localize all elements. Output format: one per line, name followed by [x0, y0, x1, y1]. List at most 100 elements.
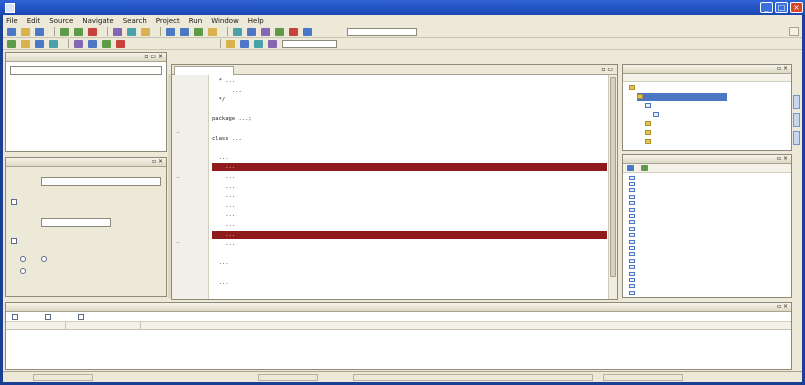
- menu-item-edit[interactable]: Edit: [27, 17, 41, 25]
- refresh-icon[interactable]: [194, 27, 203, 36]
- project-tree-item[interactable]: [637, 93, 727, 101]
- code-line[interactable]: ...: [212, 173, 607, 181]
- outline-item[interactable]: [629, 258, 638, 264]
- outline-item[interactable]: [629, 271, 638, 277]
- group-checkbox[interactable]: [11, 238, 17, 244]
- project-tree-item[interactable]: [645, 102, 654, 110]
- project-tree-item[interactable]: [645, 138, 654, 146]
- resume-icon[interactable]: [102, 39, 111, 48]
- menu-item-window[interactable]: Window: [211, 17, 239, 25]
- code-line[interactable]: ...: [212, 202, 607, 210]
- error-icon[interactable]: [289, 27, 298, 36]
- project-tree-item[interactable]: [653, 111, 662, 119]
- toolbar-combo[interactable]: [347, 27, 417, 36]
- message-filter[interactable]: [45, 313, 54, 320]
- outline-item[interactable]: [629, 201, 638, 207]
- fast-view-icon[interactable]: [793, 113, 800, 127]
- filter-icon[interactable]: [641, 165, 649, 171]
- outline-item[interactable]: [629, 181, 638, 187]
- menu-item-source[interactable]: Source: [49, 17, 73, 25]
- perspective-switcher[interactable]: [789, 27, 799, 36]
- history-icon[interactable]: [247, 27, 256, 36]
- radio-button[interactable]: [20, 268, 26, 274]
- back-icon[interactable]: [166, 27, 175, 36]
- panel-controls[interactable]: ▫ ×: [777, 65, 788, 73]
- code-line-breakpoint[interactable]: ...: [212, 163, 607, 172]
- menu-item-file[interactable]: File: [6, 17, 18, 25]
- open-icon[interactable]: [21, 27, 30, 36]
- stop-icon[interactable]: [88, 27, 97, 36]
- panel-controls[interactable]: ▫ ×: [777, 155, 788, 163]
- code-line[interactable]: ...: [212, 87, 607, 95]
- filter-icon[interactable]: [254, 39, 263, 48]
- run-icon[interactable]: [60, 27, 69, 36]
- navigator-filter-input[interactable]: [10, 66, 162, 75]
- fast-view-icon[interactable]: [793, 131, 800, 145]
- code-line[interactable]: [212, 250, 607, 258]
- message-row[interactable]: [6, 348, 791, 355]
- radio-option-3[interactable]: [20, 267, 152, 275]
- terminate-icon[interactable]: [116, 39, 125, 48]
- compare-icon[interactable]: [233, 27, 242, 36]
- radio-button[interactable]: [20, 256, 26, 262]
- outline-item[interactable]: [629, 239, 638, 245]
- play-icon[interactable]: [7, 39, 16, 48]
- menu-item-navigate[interactable]: Navigate: [82, 17, 113, 25]
- code-line-breakpoint[interactable]: ...: [212, 230, 607, 239]
- menu-item-search[interactable]: Search: [123, 17, 147, 25]
- fold-marker[interactable]: −: [176, 175, 182, 181]
- code-line[interactable]: ...: [212, 221, 607, 229]
- menu-item-run[interactable]: Run: [189, 17, 202, 25]
- code-line[interactable]: * ...: [212, 77, 607, 85]
- code-area[interactable]: * ... ... */ package ...; class ... ... ..…: [212, 77, 607, 297]
- filter-checkbox[interactable]: [12, 313, 18, 320]
- project-tree-item[interactable]: [645, 120, 654, 128]
- code-line[interactable]: ...: [212, 259, 607, 267]
- column-header[interactable]: [6, 322, 66, 329]
- message-row[interactable]: [6, 340, 791, 347]
- link-icon[interactable]: [49, 39, 58, 48]
- code-line[interactable]: [212, 106, 607, 114]
- code-line[interactable]: [212, 144, 607, 152]
- outline-item[interactable]: [629, 233, 638, 239]
- radio-option-2[interactable]: [41, 255, 50, 263]
- value-input[interactable]: [41, 218, 111, 227]
- outline-item[interactable]: [629, 213, 638, 219]
- help-icon[interactable]: [303, 27, 312, 36]
- radio-button[interactable]: [41, 256, 47, 262]
- forward-icon[interactable]: [180, 27, 189, 36]
- menu-item-help[interactable]: Help: [248, 17, 264, 25]
- outline-item[interactable]: [629, 265, 638, 271]
- deploy-icon[interactable]: [127, 27, 136, 36]
- project-tree-item[interactable]: [629, 84, 638, 92]
- message-filter[interactable]: [78, 313, 87, 320]
- message-filter[interactable]: [12, 313, 21, 320]
- step-over-icon[interactable]: [88, 39, 97, 48]
- search-icon[interactable]: [141, 27, 150, 36]
- folder-icon[interactable]: [21, 39, 30, 48]
- option-checkbox[interactable]: [11, 199, 17, 205]
- sort-icon[interactable]: [627, 165, 634, 171]
- build-icon[interactable]: [113, 27, 122, 36]
- filter-checkbox[interactable]: [78, 313, 84, 320]
- editor-tab[interactable]: [174, 66, 234, 75]
- code-line[interactable]: */: [212, 96, 607, 104]
- column-header[interactable]: [66, 322, 141, 329]
- outline-item[interactable]: [629, 252, 638, 258]
- package-icon[interactable]: [35, 39, 44, 48]
- fold-marker[interactable]: −: [176, 240, 182, 246]
- column-header[interactable]: [141, 322, 791, 329]
- check-icon[interactable]: [275, 27, 284, 36]
- scroll-thumb[interactable]: [610, 77, 616, 277]
- radio-option-1[interactable]: [20, 255, 29, 263]
- code-line[interactable]: ...: [212, 240, 607, 248]
- code-line[interactable]: ...: [212, 183, 607, 191]
- outline-item[interactable]: [629, 207, 638, 213]
- filter-checkbox[interactable]: [45, 313, 51, 320]
- save-icon[interactable]: [35, 27, 44, 36]
- outline-item[interactable]: [629, 245, 638, 251]
- code-line[interactable]: [212, 125, 607, 133]
- close-button[interactable]: ×: [790, 2, 803, 13]
- maximize-button[interactable]: □: [775, 2, 788, 13]
- outline-item[interactable]: [629, 194, 638, 200]
